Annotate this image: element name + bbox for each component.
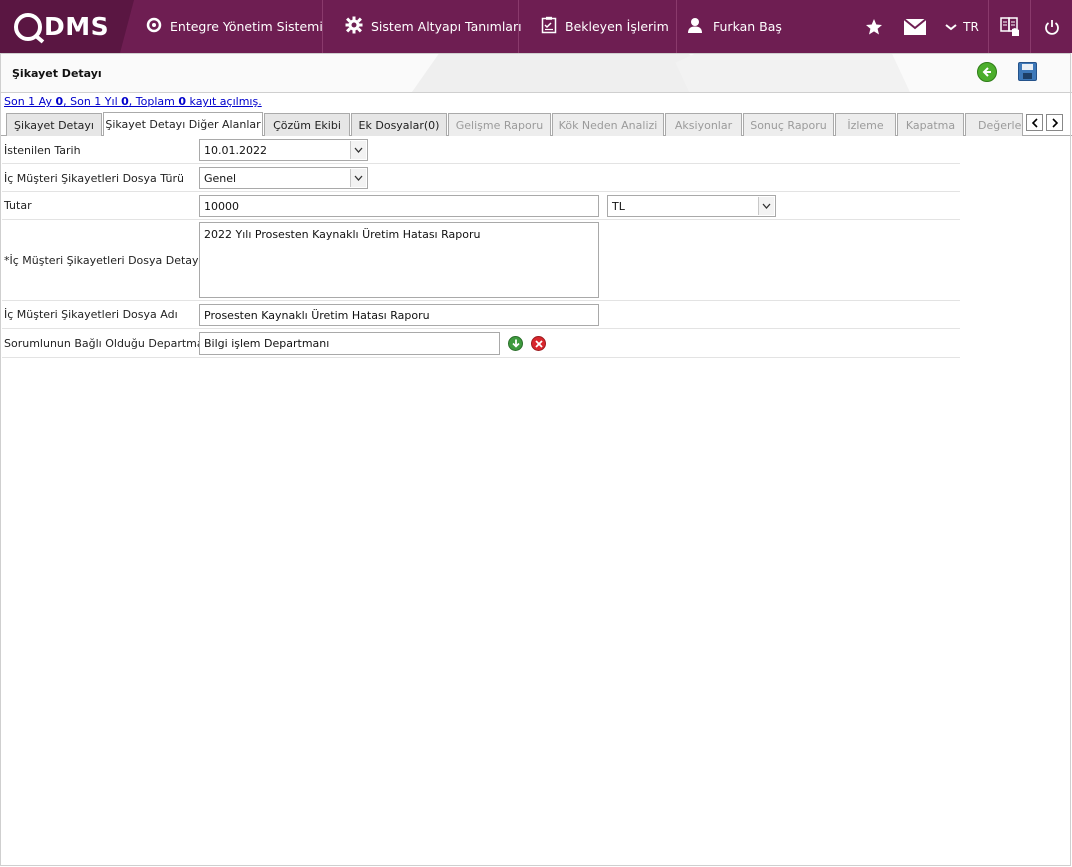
amount-label: Tutar bbox=[4, 199, 32, 212]
gear-icon bbox=[345, 16, 363, 38]
department-label: Sorumlunun Bağlı Olduğu Departman bbox=[4, 337, 211, 350]
tab-bar: Şikayet Detayı Şikayet Detayı Diğer Alan… bbox=[0, 110, 1072, 136]
tab-attachments[interactable]: Ek Dosyalar(0) bbox=[351, 113, 447, 136]
user-name: Furkan Baş bbox=[713, 19, 782, 34]
record-count-link[interactable]: Son 1 Ay 0, Son 1 Yıl 0, Toplam 0 kayıt … bbox=[4, 95, 262, 108]
tab-other-fields[interactable]: Şikayet Detayı Diğer Alanlar bbox=[103, 112, 263, 136]
chevron-down-icon bbox=[350, 141, 366, 159]
back-arrow-icon[interactable] bbox=[977, 62, 997, 82]
detail-textarea[interactable]: 2022 Yılı Prosesten Kaynaklı Üretim Hata… bbox=[199, 222, 599, 298]
clipboard-icon bbox=[541, 16, 557, 38]
chevron-right-icon[interactable] bbox=[1046, 114, 1063, 131]
currency-value: TL bbox=[612, 199, 625, 213]
mail-icon[interactable] bbox=[894, 0, 936, 53]
file-type-value: Genel bbox=[204, 171, 237, 185]
department-value: Bilgi işlem Departmanı bbox=[204, 337, 330, 350]
q-logo-icon bbox=[146, 17, 162, 37]
add-department-icon[interactable] bbox=[508, 336, 523, 351]
page-header: Şikayet Detayı bbox=[0, 53, 1072, 93]
file-name-value: Prosesten Kaynaklı Üretim Hatası Raporu bbox=[204, 308, 430, 322]
user-icon bbox=[685, 17, 705, 37]
nav-integrated-management[interactable]: Entegre Yönetim Sistemi bbox=[120, 0, 323, 53]
star-icon[interactable] bbox=[854, 0, 894, 53]
tab-monitoring[interactable]: İzleme bbox=[835, 113, 896, 136]
currency-select[interactable]: TL bbox=[607, 195, 776, 217]
logo-text: DMS bbox=[44, 12, 110, 41]
top-navigation-bar: DMS Entegre Yönetim Sistemi Sistem Altya… bbox=[0, 0, 1072, 53]
record-text: Son 1 Ay bbox=[4, 95, 56, 108]
detail-label: *İç Müşteri Şikayetleri Dosya Detayı bbox=[4, 254, 202, 267]
form-row-requested-date: İstenilen Tarih bbox=[2, 137, 960, 164]
nav-pending-tasks[interactable]: Bekleyen İşlerim bbox=[519, 0, 677, 53]
nav-system-infrastructure[interactable]: Sistem Altyapı Tanımları bbox=[323, 0, 522, 53]
total-count: 0 bbox=[178, 95, 187, 108]
tab-result-report[interactable]: Sonuç Raporu bbox=[743, 113, 834, 136]
chevron-down-icon bbox=[945, 20, 957, 34]
save-floppy-icon[interactable] bbox=[1018, 62, 1037, 81]
tab-solution-team[interactable]: Çözüm Ekibi bbox=[264, 113, 350, 136]
nav-system-infrastructure-label: Sistem Altyapı Tanımları bbox=[371, 19, 522, 34]
tab-closing[interactable]: Kapatma bbox=[897, 113, 964, 136]
help-book-icon[interactable] bbox=[988, 0, 1030, 53]
file-type-label: İç Müşteri Şikayetleri Dosya Türü bbox=[4, 172, 184, 185]
nav-pending-tasks-label: Bekleyen İşlerim bbox=[565, 19, 669, 34]
form-row-file-type: İç Müşteri Şikayetleri Dosya Türü bbox=[2, 164, 960, 192]
tab-values[interactable]: Değerler bbox=[965, 113, 1023, 136]
detail-value: 2022 Yılı Prosesten Kaynaklı Üretim Hata… bbox=[204, 228, 481, 241]
file-type-select[interactable]: Genel bbox=[199, 167, 368, 189]
record-text: , Toplam bbox=[128, 95, 179, 108]
requested-date-select[interactable]: 10.01.2022 bbox=[199, 139, 368, 161]
chevron-down-icon bbox=[758, 197, 774, 215]
q-logo-icon bbox=[14, 12, 42, 41]
user-menu[interactable]: Furkan Baş bbox=[677, 0, 837, 53]
tab-progress-report[interactable]: Gelişme Raporu bbox=[448, 113, 551, 136]
department-input[interactable]: Bilgi işlem Departmanı bbox=[199, 332, 500, 355]
chevron-left-icon[interactable] bbox=[1026, 114, 1043, 131]
nav-integrated-management-label: Entegre Yönetim Sistemi bbox=[170, 19, 323, 34]
clear-department-icon[interactable] bbox=[531, 336, 546, 351]
app-logo[interactable]: DMS bbox=[0, 0, 134, 53]
year-count: 0 bbox=[121, 95, 129, 108]
requested-date-value: 10.01.2022 bbox=[204, 143, 267, 157]
requested-date-label: İstenilen Tarih bbox=[4, 144, 81, 157]
file-name-input[interactable]: Prosesten Kaynaklı Üretim Hatası Raporu bbox=[199, 304, 599, 326]
language-code: TR bbox=[963, 19, 979, 34]
chevron-down-icon bbox=[350, 169, 366, 187]
amount-input[interactable]: 10000 bbox=[199, 195, 599, 217]
record-text: , Son 1 Yıl bbox=[63, 95, 122, 108]
tab-root-cause[interactable]: Kök Neden Analizi bbox=[552, 113, 664, 136]
page-title: Şikayet Detayı bbox=[12, 67, 102, 80]
file-name-label: İç Müşteri Şikayetleri Dosya Adı bbox=[4, 308, 178, 321]
amount-value: 10000 bbox=[204, 199, 239, 213]
tab-complaint-detail[interactable]: Şikayet Detayı bbox=[6, 113, 102, 136]
power-icon[interactable] bbox=[1030, 0, 1072, 53]
header-decoration bbox=[675, 53, 925, 92]
topbar-actions: TR bbox=[854, 0, 1072, 53]
month-count: 0 bbox=[55, 95, 64, 108]
language-selector[interactable]: TR bbox=[936, 0, 988, 53]
tab-actions[interactable]: Aksiyonlar bbox=[665, 113, 742, 136]
record-text: kayıt açılmış. bbox=[186, 95, 262, 108]
